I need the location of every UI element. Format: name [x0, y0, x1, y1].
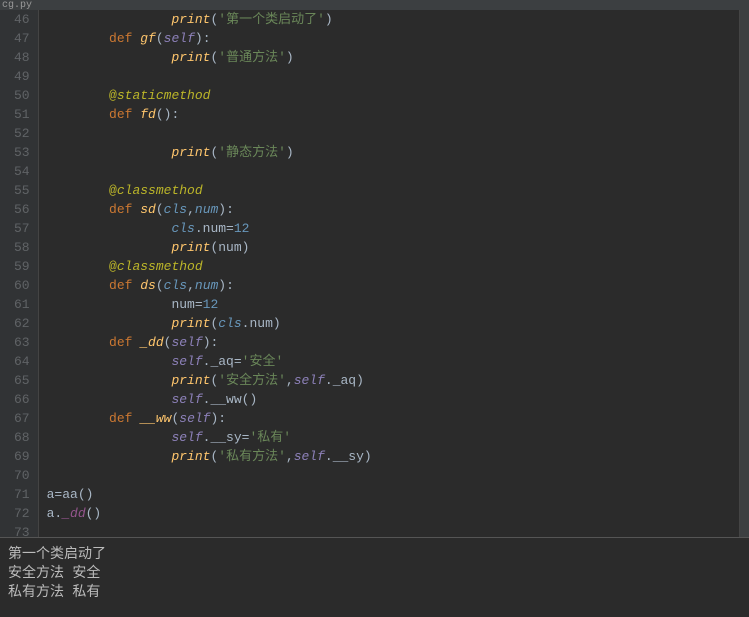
code-line[interactable]: [47, 523, 749, 537]
console-line: 安全方法 安全: [8, 565, 741, 584]
code-line[interactable]: a._dd(): [47, 504, 749, 523]
line-number: 70: [14, 466, 30, 485]
line-number: 48: [14, 48, 30, 67]
line-number: 55: [14, 181, 30, 200]
tab-filename[interactable]: cg.py: [2, 0, 32, 11]
code-line[interactable]: @classmethod: [47, 257, 749, 276]
code-line[interactable]: def ds(cls,num):: [47, 276, 749, 295]
code-line[interactable]: self._aq='安全': [47, 352, 749, 371]
line-number: 47: [14, 29, 30, 48]
line-number: 64: [14, 352, 30, 371]
tab-bar: cg.py: [0, 0, 749, 10]
code-line[interactable]: def fd():: [47, 105, 749, 124]
line-number: 62: [14, 314, 30, 333]
code-line[interactable]: self.__ww(): [47, 390, 749, 409]
line-number: 60: [14, 276, 30, 295]
code-line[interactable]: cls.num=12: [47, 219, 749, 238]
line-number: 69: [14, 447, 30, 466]
code-line[interactable]: [47, 162, 749, 181]
line-number: 53: [14, 143, 30, 162]
line-number: 71: [14, 485, 30, 504]
code-line[interactable]: print(cls.num): [47, 314, 749, 333]
line-number: 66: [14, 390, 30, 409]
code-line[interactable]: print('安全方法',self._aq): [47, 371, 749, 390]
code-editor[interactable]: 4647484950515253545556575859606162636465…: [0, 10, 749, 537]
line-number: 73: [14, 523, 30, 537]
code-line[interactable]: print('第一个类启动了'): [47, 10, 749, 29]
code-line[interactable]: def gf(self):: [47, 29, 749, 48]
code-line[interactable]: def sd(cls,num):: [47, 200, 749, 219]
console-line: 私有方法 私有: [8, 584, 741, 603]
code-line[interactable]: @staticmethod: [47, 86, 749, 105]
line-number: 63: [14, 333, 30, 352]
code-area[interactable]: print('第一个类启动了') def gf(self): print('普通…: [39, 10, 749, 537]
code-line[interactable]: print('静态方法'): [47, 143, 749, 162]
code-line[interactable]: [47, 466, 749, 485]
line-number: 52: [14, 124, 30, 143]
line-number: 49: [14, 67, 30, 86]
line-number: 46: [14, 10, 30, 29]
line-number: 67: [14, 409, 30, 428]
line-number: 50: [14, 86, 30, 105]
line-number: 72: [14, 504, 30, 523]
scrollbar[interactable]: [739, 10, 749, 537]
code-line[interactable]: [47, 124, 749, 143]
code-line[interactable]: print(num): [47, 238, 749, 257]
line-number: 54: [14, 162, 30, 181]
code-line[interactable]: def _dd(self):: [47, 333, 749, 352]
code-line[interactable]: self.__sy='私有': [47, 428, 749, 447]
code-line[interactable]: a=aa(): [47, 485, 749, 504]
line-number: 56: [14, 200, 30, 219]
code-line[interactable]: num=12: [47, 295, 749, 314]
code-line[interactable]: [47, 67, 749, 86]
line-number: 57: [14, 219, 30, 238]
line-gutter: 4647484950515253545556575859606162636465…: [0, 10, 39, 537]
line-number: 65: [14, 371, 30, 390]
line-number: 58: [14, 238, 30, 257]
line-number: 51: [14, 105, 30, 124]
line-number: 61: [14, 295, 30, 314]
code-line[interactable]: @classmethod: [47, 181, 749, 200]
output-console[interactable]: 第一个类启动了安全方法 安全私有方法 私有: [0, 537, 749, 617]
line-number: 59: [14, 257, 30, 276]
code-line[interactable]: print('私有方法',self.__sy): [47, 447, 749, 466]
code-line[interactable]: def __ww(self):: [47, 409, 749, 428]
console-line: 第一个类启动了: [8, 546, 741, 565]
code-line[interactable]: print('普通方法'): [47, 48, 749, 67]
line-number: 68: [14, 428, 30, 447]
